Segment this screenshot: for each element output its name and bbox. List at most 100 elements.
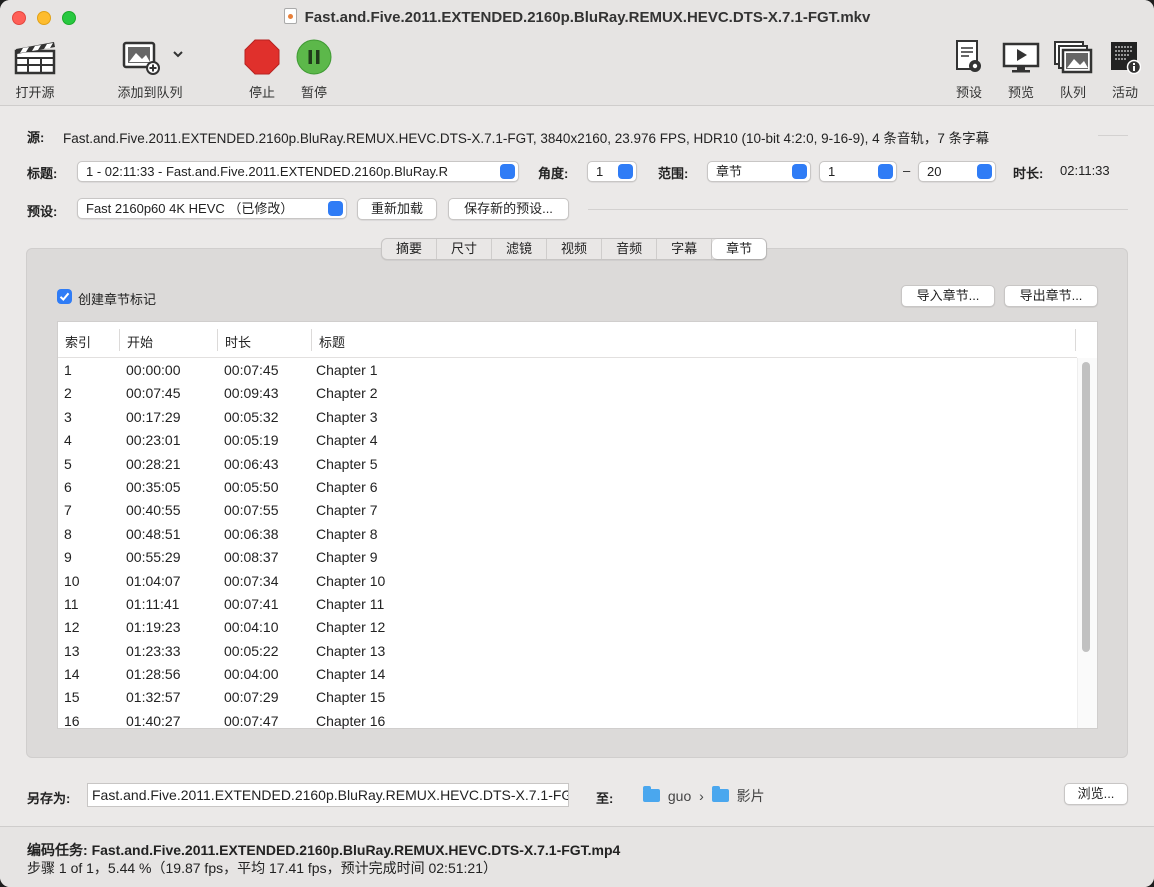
queue-button[interactable]: 队列 xyxy=(1053,38,1093,101)
table-row[interactable]: 12 01:19:23 00:04:10 Chapter 12 xyxy=(58,616,1077,639)
table-row[interactable]: 1 00:00:00 00:07:45 Chapter 1 xyxy=(58,359,1077,382)
destination-path[interactable]: guo › 影片 xyxy=(643,786,765,806)
cell-start: 00:55:29 xyxy=(126,549,181,566)
cell-duration: 00:07:41 xyxy=(224,595,279,612)
source-info: Fast.and.Five.2011.EXTENDED.2160p.BluRay… xyxy=(63,131,990,146)
cell-start: 00:35:05 xyxy=(126,478,181,495)
cell-title: Chapter 13 xyxy=(316,642,386,659)
tab-summary[interactable]: 摘要 xyxy=(382,239,438,259)
table-row[interactable]: 3 00:17:29 00:05:32 Chapter 3 xyxy=(58,406,1077,429)
angle-select[interactable]: 1 xyxy=(587,161,637,182)
table-row[interactable]: 11 01:11:41 00:07:41 Chapter 11 xyxy=(58,593,1077,616)
table-row[interactable]: 10 01:04:07 00:07:34 Chapter 10 xyxy=(58,570,1077,593)
cell-index: 6 xyxy=(64,478,72,495)
presets-icon xyxy=(952,38,986,76)
table-row[interactable]: 9 00:55:29 00:08:37 Chapter 9 xyxy=(58,546,1077,569)
destination-label: 至: xyxy=(596,791,614,806)
path-folder-guo[interactable]: guo xyxy=(668,788,691,804)
cell-duration: 00:06:38 xyxy=(224,525,279,542)
column-header-start[interactable]: 开始 xyxy=(127,332,153,351)
presets-button[interactable]: 预设 xyxy=(952,38,986,101)
table-row[interactable]: 14 01:28:56 00:04:00 Chapter 14 xyxy=(58,663,1077,686)
title-select[interactable]: 1 - 02:11:33 - Fast.and.Five.2011.EXTEND… xyxy=(77,161,519,182)
table-row[interactable]: 6 00:35:05 00:05:50 Chapter 6 xyxy=(58,476,1077,499)
add-to-queue-icon xyxy=(112,38,188,76)
column-header-title[interactable]: 标题 xyxy=(319,332,345,351)
table-row[interactable]: 5 00:28:21 00:06:43 Chapter 5 xyxy=(58,453,1077,476)
title-bar: Fast.and.Five.2011.EXTENDED.2160p.BluRay… xyxy=(0,0,1154,106)
chevron-updown-icon xyxy=(792,164,807,179)
folder-icon xyxy=(711,786,729,802)
cell-start: 01:19:23 xyxy=(126,619,181,636)
open-source-button[interactable]: 打开源 xyxy=(12,38,58,101)
cell-index: 4 xyxy=(64,432,72,449)
cell-duration: 00:09:43 xyxy=(224,385,279,402)
tab-filters[interactable]: 滤镜 xyxy=(492,239,548,259)
preset-label: 预设: xyxy=(27,204,58,219)
activity-button[interactable]: 活动 xyxy=(1108,38,1142,101)
cell-title: Chapter 5 xyxy=(316,455,378,472)
preset-row: 预设: Fast 2160p60 4K HEVC （已修改） 重新加载 保存新的… xyxy=(0,198,1154,220)
cell-title: Chapter 16 xyxy=(316,712,386,729)
vertical-scrollbar[interactable] xyxy=(1077,358,1097,728)
import-chapters-button[interactable]: 导入章节... xyxy=(901,285,995,307)
cell-start: 01:28:56 xyxy=(126,666,181,683)
cell-duration: 00:07:34 xyxy=(224,572,279,589)
table-row[interactable]: 16 01:40:27 00:07:47 Chapter 16 xyxy=(58,710,1077,733)
cell-index: 15 xyxy=(64,689,80,706)
column-divider[interactable] xyxy=(311,329,312,351)
add-to-queue-button[interactable]: 添加到队列 xyxy=(112,38,188,101)
cell-start: 01:04:07 xyxy=(126,572,181,589)
chevron-updown-icon xyxy=(977,164,992,179)
table-body: 1 00:00:00 00:07:45 Chapter 1 2 00:07:45 00:09… xyxy=(58,359,1077,733)
cell-index: 1 xyxy=(64,362,72,378)
scrollbar-thumb[interactable] xyxy=(1082,362,1090,652)
cell-title: Chapter 11 xyxy=(316,595,385,612)
pause-button[interactable]: 暂停 xyxy=(296,38,332,101)
cell-duration: 00:05:32 xyxy=(224,408,279,425)
tab-audio[interactable]: 音频 xyxy=(602,239,658,259)
cell-start: 00:40:55 xyxy=(126,502,181,519)
preview-monitor-icon xyxy=(1002,38,1040,76)
tab-dimensions[interactable]: 尺寸 xyxy=(437,239,493,259)
create-chapter-markers-checkbox[interactable] xyxy=(57,289,72,304)
range-type-select[interactable]: 章节 xyxy=(707,161,811,182)
column-divider[interactable] xyxy=(119,329,120,351)
preset-select[interactable]: Fast 2160p60 4K HEVC （已修改） xyxy=(77,198,347,219)
range-dash: – xyxy=(903,163,911,178)
range-start-select[interactable]: 1 xyxy=(819,161,897,182)
column-divider[interactable] xyxy=(1075,329,1076,351)
encode-job-line: 编码任务: Fast.and.Five.2011.EXTENDED.2160p.… xyxy=(27,842,621,858)
tab-video[interactable]: 视频 xyxy=(547,239,603,259)
table-row[interactable]: 7 00:40:55 00:07:55 Chapter 7 xyxy=(58,499,1077,522)
column-header-index[interactable]: 索引 xyxy=(65,332,91,351)
table-row[interactable]: 15 01:32:57 00:07:29 Chapter 15 xyxy=(58,686,1077,709)
path-separator: › xyxy=(699,788,704,804)
browse-button[interactable]: 浏览... xyxy=(1064,783,1128,805)
preset-divider xyxy=(588,209,1128,210)
export-chapters-button[interactable]: 导出章节... xyxy=(1004,285,1098,307)
column-header-duration[interactable]: 时长 xyxy=(225,332,251,351)
path-folder-movies[interactable]: 影片 xyxy=(737,788,765,804)
cell-index: 14 xyxy=(64,666,80,683)
tab-chapters[interactable]: 章节 xyxy=(712,239,767,259)
document-icon xyxy=(283,8,297,24)
table-row[interactable]: 2 00:07:45 00:09:43 Chapter 2 xyxy=(58,382,1077,405)
folder-icon xyxy=(643,786,660,802)
cell-duration: 00:07:29 xyxy=(224,689,279,706)
tab-subtitles[interactable]: 字幕 xyxy=(657,239,713,259)
cell-duration: 00:07:55 xyxy=(224,502,279,519)
table-row[interactable]: 8 00:48:51 00:06:38 Chapter 8 xyxy=(58,523,1077,546)
save-new-preset-button[interactable]: 保存新的预设... xyxy=(448,198,569,220)
app-window: Fast.and.Five.2011.EXTENDED.2160p.BluRay… xyxy=(0,0,1154,887)
range-end-select[interactable]: 20 xyxy=(918,161,996,182)
column-divider[interactable] xyxy=(217,329,218,351)
stop-button[interactable]: 停止 xyxy=(244,38,280,101)
table-row[interactable]: 13 01:23:33 00:05:22 Chapter 13 xyxy=(58,640,1077,663)
table-row[interactable]: 4 00:23:01 00:05:19 Chapter 4 xyxy=(58,429,1077,452)
preview-button[interactable]: 预览 xyxy=(1002,38,1040,101)
output-filename-field[interactable]: Fast.and.Five.2011.EXTENDED.2160p.BluRay… xyxy=(87,783,569,807)
activity-log-icon xyxy=(1108,38,1142,76)
reload-preset-button[interactable]: 重新加载 xyxy=(357,198,437,220)
cell-duration: 00:05:50 xyxy=(224,478,279,495)
